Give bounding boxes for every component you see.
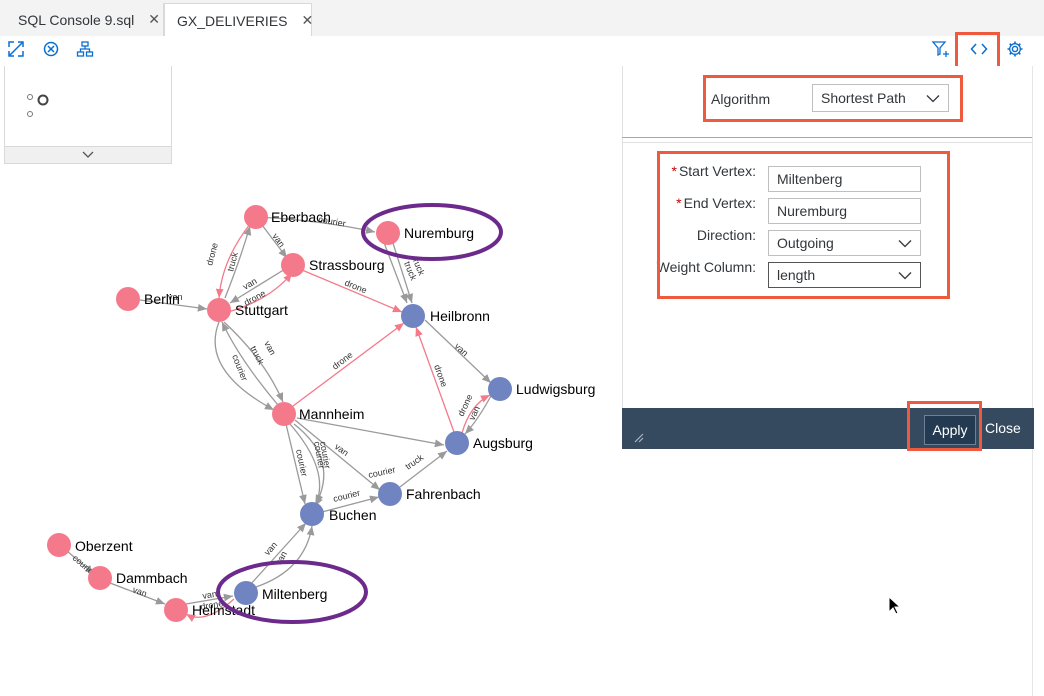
graph-node-fahrenbach[interactable] xyxy=(378,482,402,506)
graph-edge xyxy=(221,321,279,406)
node-label: Fahrenbach xyxy=(406,486,481,502)
graph-edge xyxy=(301,269,403,313)
graph-node-eberbach[interactable] xyxy=(244,205,268,229)
graph-node-ludwigsburg[interactable] xyxy=(488,377,512,401)
tab-gx-deliveries[interactable]: GX_DELIVERIES ✕ xyxy=(164,3,314,37)
edge-label: truck xyxy=(248,344,266,366)
divider xyxy=(1032,66,1033,696)
graph-node-dammbach[interactable] xyxy=(88,566,112,590)
node-label: Augsburg xyxy=(473,435,533,451)
add-filter-icon[interactable] xyxy=(930,36,952,62)
edge-label: drone xyxy=(204,242,220,267)
edge-label: van xyxy=(453,341,470,358)
resize-handle-icon[interactable] xyxy=(634,433,644,443)
edge-label: van xyxy=(241,276,259,292)
edge-label: van xyxy=(333,441,351,458)
graph-node-stuttgart[interactable] xyxy=(207,298,231,322)
divider xyxy=(622,137,1032,138)
graph-node-mannheim[interactable] xyxy=(272,402,296,426)
node-label: Miltenberg xyxy=(262,586,327,602)
edge-label: truck xyxy=(403,452,425,472)
code-toggle-highlight xyxy=(955,32,1000,69)
graph-node-miltenberg[interactable] xyxy=(234,581,258,605)
graph-node-heimstadt[interactable] xyxy=(164,598,188,622)
clear-selection-icon[interactable] xyxy=(41,36,61,62)
close-icon[interactable]: ✕ xyxy=(148,11,160,28)
graph-edge xyxy=(292,322,405,407)
graph-toolbar xyxy=(0,36,1044,66)
edge-label: drone xyxy=(432,363,449,388)
graph-node-oberzent[interactable] xyxy=(47,533,71,557)
node-label: Nuremburg xyxy=(404,225,474,241)
fit-screen-icon[interactable] xyxy=(6,36,26,62)
node-label: Mannheim xyxy=(299,406,364,422)
minimap-preview xyxy=(27,94,49,117)
tab-bar: SQL Console 9.sql ✕ GX_DELIVERIES ✕ xyxy=(0,0,1044,37)
chevron-down-icon xyxy=(82,151,94,158)
close-button[interactable]: Close xyxy=(985,420,1021,436)
tab-label: SQL Console 9.sql xyxy=(18,11,135,28)
node-label: Eberbach xyxy=(271,209,331,225)
algorithm-highlight xyxy=(703,75,963,122)
settings-icon[interactable] xyxy=(1004,36,1026,62)
edge-label: courier xyxy=(332,488,361,504)
node-label: Stuttgart xyxy=(235,302,288,318)
graph-node-buchen[interactable] xyxy=(300,502,324,526)
edge-label: courier xyxy=(230,353,250,382)
graph-node-nuremburg[interactable] xyxy=(376,221,400,245)
edge-label: van xyxy=(270,231,287,249)
node-label: Oberzent xyxy=(75,538,133,554)
graph-node-augsburg[interactable] xyxy=(445,431,469,455)
minimap-collapse-button[interactable] xyxy=(4,146,172,164)
node-label: Ludwigsburg xyxy=(516,381,595,397)
node-label: Berlin xyxy=(144,291,180,307)
apply-highlight xyxy=(907,401,982,451)
parameters-highlight xyxy=(657,151,950,299)
divider xyxy=(622,142,1032,143)
graph-node-berlin[interactable] xyxy=(116,287,140,311)
edge-label: van xyxy=(262,339,278,357)
mouse-cursor-icon xyxy=(888,596,902,615)
hierarchy-icon[interactable] xyxy=(75,36,95,62)
node-label: Heilbronn xyxy=(430,308,490,324)
tab-label: GX_DELIVERIES xyxy=(177,12,288,29)
node-label: Buchen xyxy=(329,507,376,523)
node-label: Dammbach xyxy=(116,570,188,586)
node-label: Strassbourg xyxy=(309,257,384,273)
close-icon[interactable]: ✕ xyxy=(302,12,314,29)
graph-node-heilbronn[interactable] xyxy=(401,304,425,328)
edge-label: courier xyxy=(367,464,396,480)
tab-sql-console[interactable]: SQL Console 9.sql ✕ xyxy=(0,3,164,36)
edge-label: courier xyxy=(294,448,310,477)
graph-node-strassbourg[interactable] xyxy=(281,253,305,277)
